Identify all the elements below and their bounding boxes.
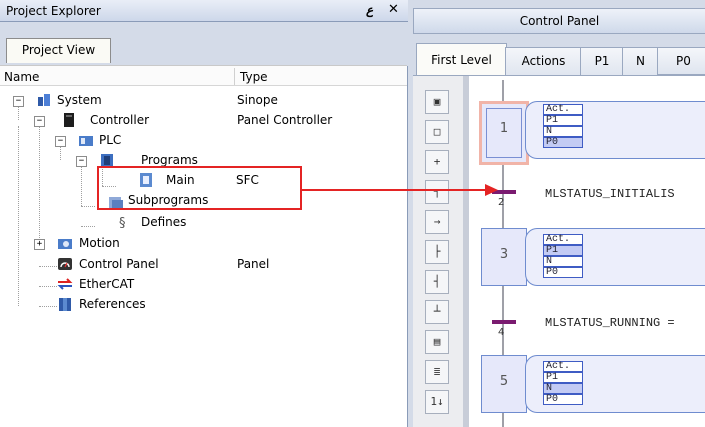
project-explorer-title: Project Explorer (6, 4, 101, 18)
system-icon (38, 94, 50, 106)
qualifier-act[interactable]: Act. (543, 361, 583, 372)
project-explorer-titlebar: Project Explorer ع ✕ (0, 0, 408, 22)
close-icon[interactable]: ✕ (388, 2, 399, 17)
plc-icon (79, 136, 93, 146)
expand-motion-toggle[interactable]: + (34, 239, 45, 250)
tree-item-label: PLC (99, 133, 122, 147)
qualifier-n[interactable]: N (543, 126, 583, 137)
qualifier-p0[interactable]: P0 (543, 137, 583, 148)
tree-item-type: Panel Controller (237, 113, 333, 127)
step-tool[interactable]: □ (425, 120, 449, 144)
ethercat-icon (57, 278, 73, 290)
tree-item-label: Controller (90, 113, 150, 127)
qualifier-p0[interactable]: P0 (543, 394, 583, 405)
tree-item-label: EtherCAT (79, 277, 135, 291)
sfc-transition-4[interactable] (492, 320, 516, 324)
convergence-tool[interactable]: ┤ (425, 270, 449, 294)
tree-item-references[interactable]: References (57, 294, 406, 314)
tree-line (39, 286, 57, 287)
step-number: 3 (499, 247, 509, 262)
annotation-arrow-icon (300, 184, 498, 196)
transition-condition-label[interactable]: MLSTATUS_INITIALIS (545, 187, 675, 201)
tree-item-control-panel[interactable]: Control Panel Panel (57, 254, 406, 274)
expand-controller-toggle[interactable]: − (34, 116, 45, 127)
sfc-step-1[interactable]: 1 (479, 101, 529, 165)
expand-programs-toggle[interactable]: − (76, 156, 87, 167)
tree-line (39, 306, 57, 307)
sfc-step-5[interactable]: 5 (481, 355, 527, 413)
qualifier-p1[interactable]: P1 (543, 245, 583, 256)
tree-line (39, 266, 57, 267)
step-1-action-block[interactable]: Act. P1 N P0 (525, 101, 705, 159)
tree-item-plc[interactable]: PLC (78, 130, 406, 150)
qualifier-p1[interactable]: P1 (543, 372, 583, 383)
tree-item-type: Panel (237, 257, 270, 271)
tree-item-label: Motion (79, 236, 120, 250)
tree-item-system[interactable]: System Sinope (36, 90, 406, 110)
tree-line (81, 206, 95, 207)
pin-icon[interactable]: ع (366, 3, 373, 17)
tab-p1[interactable]: P1 (580, 47, 624, 77)
tree-item-motion[interactable]: Motion (57, 233, 406, 253)
tree-line (18, 126, 19, 306)
tree-item-label: System (57, 93, 102, 107)
qualifier-p1[interactable]: P1 (543, 115, 583, 126)
tree-item-label: Control Panel (79, 257, 159, 271)
step-number: 5 (499, 374, 509, 389)
tree-line (18, 106, 19, 120)
tree-item-controller[interactable]: Controller Panel Controller (57, 110, 406, 130)
tree-line (81, 166, 82, 206)
expand-plc-toggle[interactable]: − (55, 136, 66, 147)
tree-item-ethercat[interactable]: EtherCAT (57, 274, 406, 294)
references-icon (59, 298, 71, 311)
tree-item-label: References (79, 297, 146, 311)
transition-number: 4 (498, 327, 505, 338)
qualifier-p0[interactable]: P0 (543, 267, 583, 278)
comment-tool[interactable]: ≣ (425, 360, 449, 384)
transition-tool[interactable]: + (425, 150, 449, 174)
step-number: 1 (499, 121, 509, 136)
step-5-action-block[interactable]: Act. P1 N P0 (525, 355, 705, 413)
sfc-step-3[interactable]: 3 (481, 228, 527, 286)
tree-line (60, 146, 61, 160)
sfc-toolbar: ▣ □ + ┐ → ├ ┤ ┴ ▤ ≣ 1↓ (413, 76, 468, 427)
link-tool[interactable]: → (425, 210, 449, 234)
control-panel-title: Control Panel (413, 8, 705, 34)
tab-project-view[interactable]: Project View (6, 38, 111, 63)
toolbar-scrollbar[interactable] (463, 76, 469, 427)
tree-item-defines[interactable]: § Defines (95, 212, 406, 232)
controller-icon (64, 113, 74, 127)
transition-condition-label[interactable]: MLSTATUS_RUNNING = (545, 316, 675, 330)
tree-line (39, 126, 40, 244)
tree-line (81, 226, 95, 227)
qualifier-act[interactable]: Act. (543, 104, 583, 115)
column-separator[interactable] (234, 68, 235, 85)
tab-n[interactable]: N (622, 47, 659, 77)
macro-step-tool[interactable]: ▤ (425, 330, 449, 354)
tab-p0[interactable]: P0 (657, 47, 705, 75)
qualifier-act[interactable]: Act. (543, 234, 583, 245)
tree-column-header: Name Type (0, 65, 407, 86)
tab-first-level[interactable]: First Level (416, 43, 507, 77)
column-type-header[interactable]: Type (240, 70, 268, 84)
tree-item-type: Sinope (237, 93, 278, 107)
qualifier-n[interactable]: N (543, 383, 583, 394)
motion-icon (58, 239, 72, 249)
qualifier-n[interactable]: N (543, 256, 583, 267)
expand-system-toggle[interactable]: − (13, 96, 24, 107)
gauge-icon (58, 258, 72, 270)
tab-actions[interactable]: Actions (505, 47, 582, 77)
divergence-tool[interactable]: ├ (425, 240, 449, 264)
svg-text:§: § (119, 216, 126, 230)
renumber-tool[interactable]: 1↓ (425, 390, 449, 414)
parallel-tool[interactable]: ┴ (425, 300, 449, 324)
column-name-header[interactable]: Name (4, 70, 39, 84)
highlight-annotation-box (97, 166, 302, 210)
initial-step-tool[interactable]: ▣ (425, 90, 449, 114)
step-3-action-block[interactable]: Act. P1 N P0 (525, 228, 705, 286)
defines-icon: § (119, 216, 126, 230)
tree-item-label: Defines (141, 215, 187, 229)
